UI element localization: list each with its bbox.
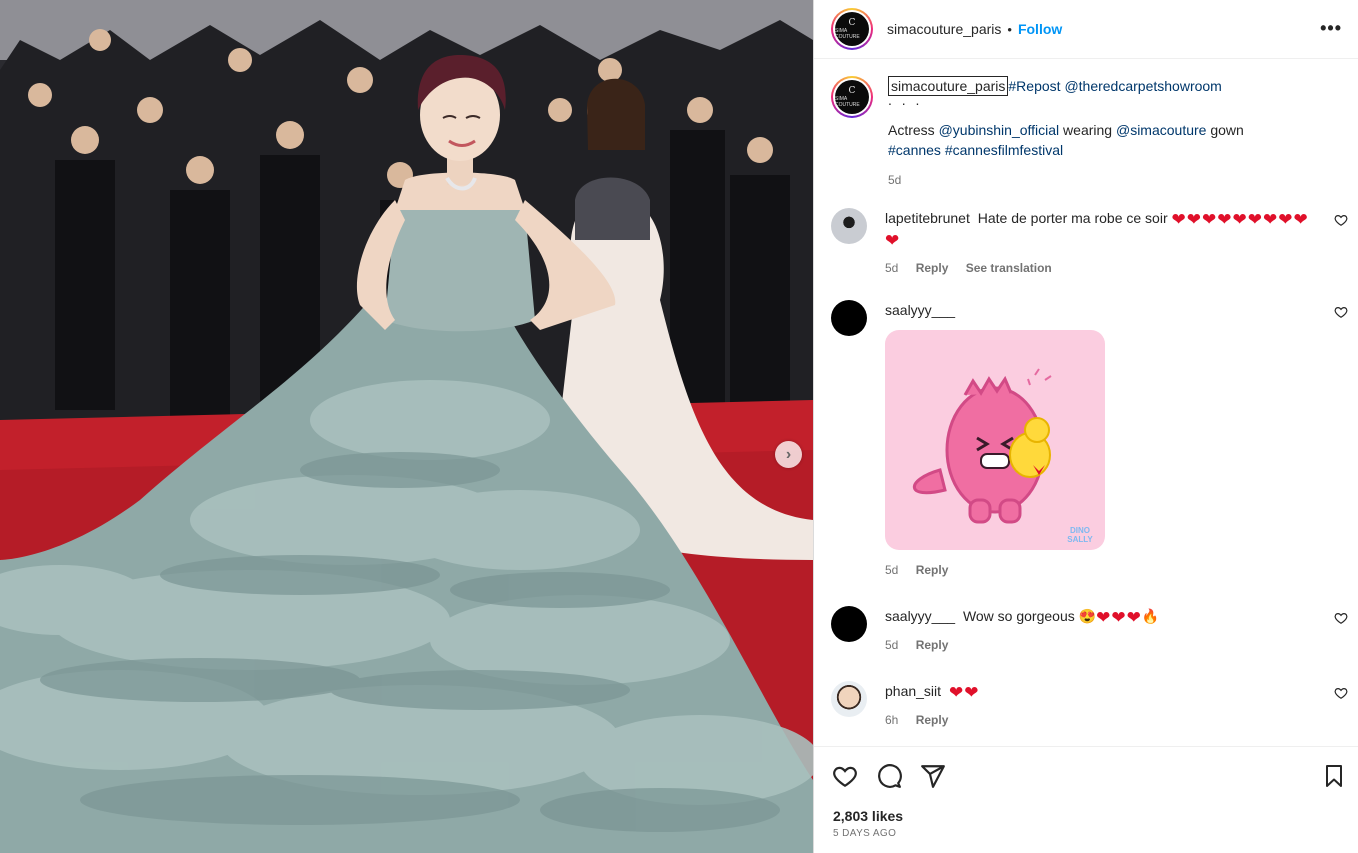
- mention-link[interactable]: @theredcarpetshowroom: [1064, 78, 1221, 94]
- share-icon[interactable]: [920, 763, 946, 789]
- next-photo-button[interactable]: ›: [775, 441, 802, 468]
- heart-emoji-icon: ❤: [885, 231, 900, 250]
- comment-text: Hate de porter ma robe ce soir: [977, 210, 1168, 226]
- avatar[interactable]: [831, 681, 867, 717]
- dino-sticker-illustration: [912, 368, 1052, 524]
- sticker-brand-label: DINO SALLY: [1067, 526, 1093, 544]
- heart-emoji-icon: ❤: [948, 683, 964, 702]
- heart-emoji-icon: ❤: [1263, 210, 1278, 229]
- sticker-image[interactable]: DINO SALLY: [885, 330, 1105, 550]
- brand-logo: C SIMA COUTURE: [835, 12, 869, 46]
- like-comment-heart-icon[interactable]: [1334, 305, 1348, 319]
- comment-item: saalyyy___ Wow so gorgeous 😍❤❤❤🔥 5d Repl…: [814, 606, 1358, 655]
- heart-emoji-icon: ❤: [1111, 608, 1126, 627]
- caption-time[interactable]: 5d: [888, 170, 1308, 190]
- comment-item: lapetitebrunet Hate de porter ma robe ce…: [814, 208, 1358, 278]
- comment-time[interactable]: 5d: [885, 261, 898, 275]
- comment-username[interactable]: saalyyy___: [885, 608, 955, 624]
- comment-item: saalyyy___ DINO SALLY 5d Reply: [814, 300, 1358, 580]
- reply-button[interactable]: Reply: [916, 563, 949, 577]
- comment-item: phan_siit ❤❤ 6h Reply: [814, 681, 1358, 730]
- avatar[interactable]: [831, 300, 867, 336]
- heart-emoji-icon: ❤: [1186, 210, 1201, 229]
- follow-button[interactable]: Follow: [1018, 21, 1062, 37]
- comment-time[interactable]: 5d: [885, 638, 898, 652]
- author-avatar[interactable]: C SIMA COUTURE: [831, 8, 873, 50]
- reply-button[interactable]: Reply: [916, 261, 949, 275]
- photo-illustration: [0, 0, 813, 853]
- comment-time[interactable]: 5d: [885, 563, 898, 577]
- comment-username[interactable]: phan_siit: [885, 683, 941, 699]
- heart-emoji-icon: ❤: [1247, 210, 1262, 229]
- avatar[interactable]: [831, 606, 867, 642]
- save-button[interactable]: [1322, 763, 1346, 789]
- bookmark-icon[interactable]: [1322, 763, 1346, 789]
- see-translation-button[interactable]: See translation: [966, 261, 1052, 275]
- chevron-right-icon: ›: [785, 445, 792, 463]
- comment-time[interactable]: 6h: [885, 713, 898, 727]
- heart-eyes-emoji-icon: 😍: [1078, 608, 1097, 624]
- post-panel: C SIMA COUTURE simacouture_paris • Follo…: [813, 0, 1358, 853]
- heart-emoji-icon: ❤: [1232, 210, 1247, 229]
- caption-author-avatar[interactable]: C SIMA COUTURE: [831, 76, 873, 118]
- heart-emoji-icon: ❤: [1293, 210, 1308, 229]
- heart-emoji-icon: ❤: [1202, 210, 1217, 229]
- author-username[interactable]: simacouture_paris: [887, 21, 1001, 37]
- post-action-bar: 2,803 likes 5 DAYS AGO: [814, 746, 1358, 853]
- comment-username[interactable]: lapetitebrunet: [885, 210, 970, 226]
- comment-text: Wow so gorgeous: [962, 608, 1075, 624]
- heart-emoji-icon: ❤: [1096, 608, 1111, 627]
- reply-button[interactable]: Reply: [916, 638, 949, 652]
- post-photo[interactable]: ›: [0, 0, 813, 853]
- heart-emoji-icon: ❤: [1171, 210, 1186, 229]
- likes-count[interactable]: 2,803 likes: [833, 808, 903, 824]
- like-comment-heart-icon[interactable]: [1334, 213, 1348, 227]
- heart-icon[interactable]: [832, 763, 858, 789]
- mention-link[interactable]: @simacouture: [1116, 122, 1206, 138]
- more-options-icon[interactable]: •••: [1320, 18, 1342, 39]
- post-caption: C SIMA COUTURE simacouture_paris #Repost …: [814, 60, 1358, 190]
- mention-link[interactable]: @yubinshin_official: [939, 122, 1060, 138]
- comment-icon[interactable]: [876, 763, 902, 789]
- post-header: C SIMA COUTURE simacouture_paris • Follo…: [814, 0, 1358, 59]
- comments-scroll-area[interactable]: C SIMA COUTURE simacouture_paris #Repost …: [814, 60, 1358, 746]
- heart-emoji-icon: ❤: [1126, 608, 1141, 627]
- hashtag-link[interactable]: #Repost: [1008, 78, 1060, 94]
- separator-dot: •: [1007, 21, 1012, 37]
- reply-button[interactable]: Reply: [916, 713, 949, 727]
- like-comment-heart-icon[interactable]: [1334, 686, 1348, 700]
- brand-logo: C SIMA COUTURE: [835, 80, 869, 114]
- post-date[interactable]: 5 DAYS AGO: [833, 828, 896, 839]
- heart-emoji-icon: ❤: [964, 683, 979, 702]
- caption-dots: . . .: [888, 92, 923, 108]
- caption-text: Actress @yubinshin_official wearing @sim…: [888, 122, 1244, 138]
- heart-emoji-icon: ❤: [1278, 210, 1293, 229]
- avatar[interactable]: [831, 208, 867, 244]
- fire-emoji-icon: 🔥: [1141, 608, 1160, 624]
- hashtag-link[interactable]: #cannes #cannesfilmfestival: [888, 140, 1308, 160]
- heart-emoji-icon: ❤: [1217, 210, 1232, 229]
- comment-username[interactable]: saalyyy___: [885, 302, 955, 318]
- like-comment-heart-icon[interactable]: [1334, 611, 1348, 625]
